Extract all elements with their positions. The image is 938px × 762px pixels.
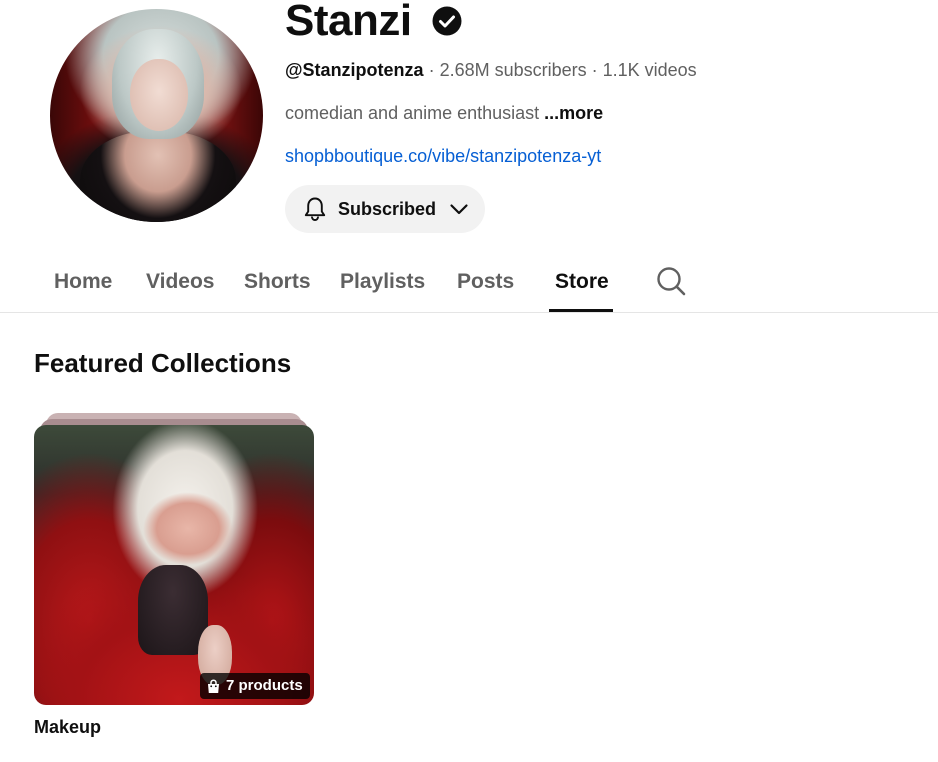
chevron-down-icon — [450, 204, 468, 215]
tab-shorts[interactable]: Shorts — [244, 252, 311, 312]
avatar-figure-body — [80, 131, 236, 222]
channel-tabs: Home Videos Shorts Playlists Posts Store — [0, 252, 938, 313]
tab-store[interactable]: Store — [555, 252, 609, 312]
tab-videos[interactable]: Videos — [146, 252, 214, 312]
more-button[interactable]: ...more — [544, 103, 603, 123]
tab-playlists[interactable]: Playlists — [340, 252, 425, 312]
active-tab-indicator — [549, 309, 613, 312]
meta-separator: · — [423, 60, 440, 80]
channel-avatar[interactable] — [50, 9, 263, 222]
tab-home[interactable]: Home — [54, 252, 112, 312]
avatar-figure-face — [130, 59, 188, 131]
channel-meta: @Stanzipotenza · 2.68M subscribers · 1.1… — [285, 59, 697, 81]
shopping-bag-icon — [208, 678, 219, 693]
channel-handle: @Stanzipotenza — [285, 60, 424, 80]
channel-description: comedian and anime enthusiast ...more — [285, 102, 603, 124]
verified-check-icon — [432, 6, 462, 36]
collection-thumbnail[interactable] — [34, 425, 314, 705]
product-count: 7 products — [226, 677, 303, 694]
search-icon[interactable] — [655, 265, 687, 297]
product-count-badge: 7 products — [200, 673, 310, 699]
channel-description-text: comedian and anime enthusiast — [285, 103, 545, 123]
subscribed-button[interactable]: Subscribed — [285, 185, 485, 233]
channel-name: Stanzi — [285, 0, 412, 45]
video-count: 1.1K videos — [602, 60, 697, 80]
subscriber-count: 2.68M subscribers — [439, 60, 587, 80]
meta-separator: · — [586, 60, 603, 80]
tab-posts[interactable]: Posts — [457, 252, 514, 312]
subscribed-label: Subscribed — [338, 199, 437, 219]
channel-link[interactable]: shopbboutique.co/vibe/stanzipotenza-yt — [285, 145, 601, 167]
collection-title[interactable]: Makeup — [34, 716, 101, 738]
bell-icon — [304, 197, 326, 221]
section-title: Featured Collections — [34, 348, 292, 378]
thumbnail-figure-neck — [138, 565, 208, 655]
